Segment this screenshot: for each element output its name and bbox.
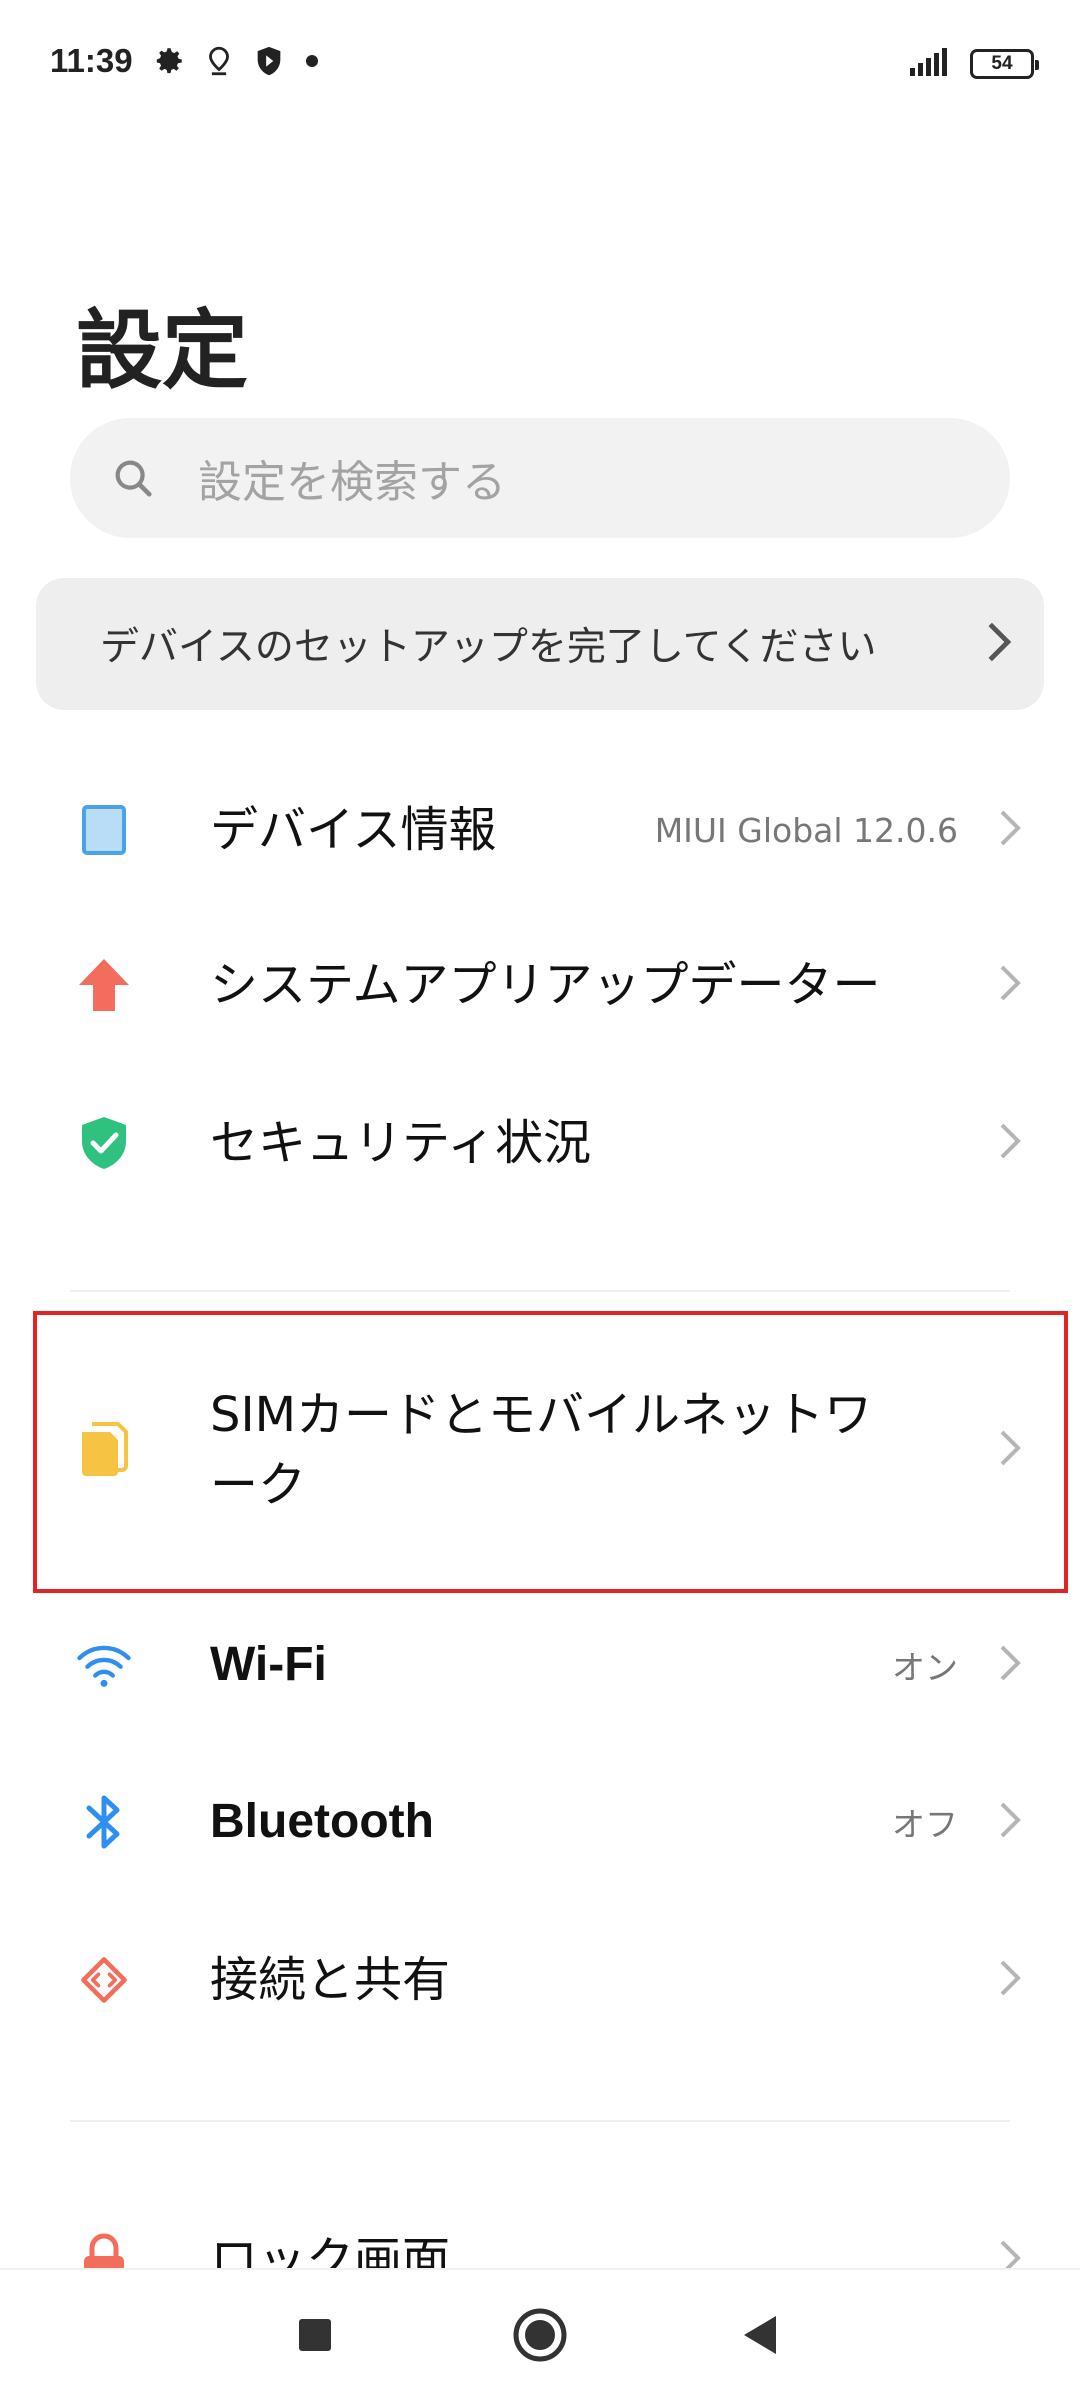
settings-item-value: MIUI Global 12.0.6	[654, 810, 958, 850]
bluetooth-icon	[76, 1794, 132, 1850]
shield-check-icon	[76, 1115, 132, 1171]
chevron-right-icon	[998, 1958, 1022, 2002]
battery-icon: 54	[970, 49, 1039, 79]
wifi-icon	[76, 1637, 132, 1693]
settings-item-label: Bluetooth	[210, 1795, 434, 1848]
home-icon[interactable]	[505, 2300, 575, 2370]
settings-item-label: セキュリティ状況	[210, 1115, 592, 1171]
settings-item-wifi[interactable]: Wi-Fi オン	[0, 1605, 1080, 1725]
back-icon[interactable]	[725, 2300, 795, 2370]
settings-item-label: デバイス情報	[210, 802, 497, 858]
selection-highlight	[33, 1311, 1068, 1593]
search-placeholder: 設定を検索する	[198, 457, 506, 508]
gear-icon	[152, 44, 186, 82]
dot-icon	[302, 51, 322, 75]
setup-banner[interactable]: デバイスのセットアップを完了してください	[36, 578, 1044, 710]
chevron-right-icon	[998, 808, 1022, 852]
settings-item-connection-sharing[interactable]: 接続と共有	[0, 1920, 1080, 2040]
arrow-up-icon	[76, 957, 132, 1013]
chevron-right-icon	[984, 620, 1014, 668]
settings-item-value: オフ	[892, 1805, 958, 1844]
location-pin-icon	[202, 44, 236, 82]
settings-item-value: オン	[892, 1648, 958, 1687]
status-icons-right: 54	[908, 46, 1039, 82]
settings-item-security-status[interactable]: セキュリティ状況	[0, 1083, 1080, 1203]
recents-icon[interactable]	[280, 2300, 350, 2370]
settings-item-system-app-updater[interactable]: システムアプリアップデーター	[0, 925, 1080, 1045]
page-title: 設定	[76, 301, 248, 401]
share-icon	[76, 1952, 132, 2008]
search-icon	[110, 455, 156, 501]
chevron-right-icon	[998, 1121, 1022, 1165]
settings-item-label: システムアプリアップデーター	[210, 957, 881, 1013]
signal-icon	[908, 46, 952, 82]
shield-play-icon	[252, 44, 286, 82]
status-icons-left	[152, 44, 322, 82]
status-bar: 11:39 54	[0, 0, 1080, 130]
settings-item-device-info[interactable]: デバイス情報 MIUI Global 12.0.6	[0, 770, 1080, 890]
settings-item-label: Wi-Fi	[210, 1638, 327, 1691]
search-input[interactable]: 設定を検索する	[70, 418, 1010, 538]
chevron-right-icon	[998, 1800, 1022, 1844]
chevron-right-icon	[998, 1643, 1022, 1687]
section-divider	[70, 1290, 1010, 1292]
settings-item-bluetooth[interactable]: Bluetooth オフ	[0, 1762, 1080, 1882]
section-divider	[70, 2120, 1010, 2122]
settings-item-label: 接続と共有	[210, 1952, 451, 2008]
setup-banner-text: デバイスのセットアップを完了してください	[100, 625, 877, 670]
chevron-right-icon	[998, 963, 1022, 1007]
device-icon	[76, 802, 132, 858]
status-time: 11:39	[50, 42, 133, 79]
navigation-bar	[0, 2268, 1080, 2400]
battery-level: 54	[991, 53, 1013, 74]
